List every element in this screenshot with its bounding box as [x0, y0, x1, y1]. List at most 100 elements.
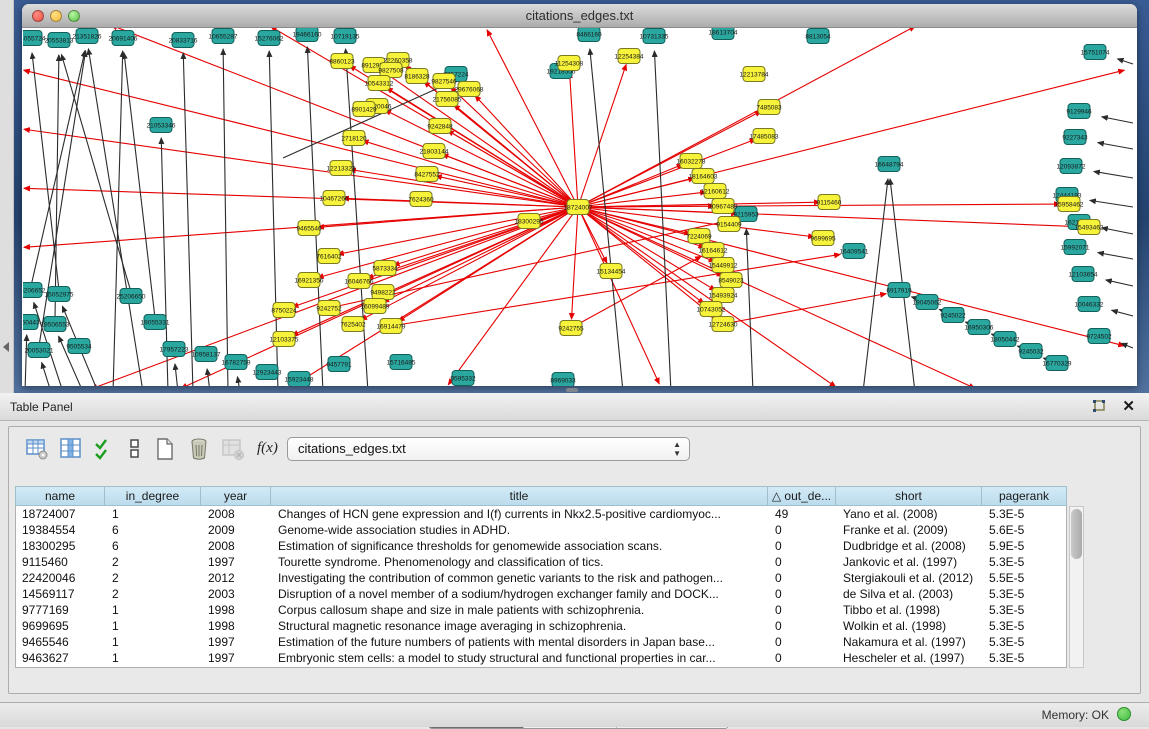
graph-node[interactable]: 16046766 — [345, 274, 374, 289]
table-cell[interactable]: 2012 — [202, 570, 272, 586]
table-cell[interactable]: 49 — [769, 506, 837, 522]
new-file-button[interactable] — [151, 435, 179, 463]
table-cell[interactable]: 2009 — [202, 522, 272, 538]
graph-node[interactable]: 9154409 — [716, 217, 742, 232]
graph-node[interactable]: 18724007 — [564, 200, 593, 215]
graph-node[interactable]: 16770329 — [1043, 356, 1072, 371]
graph-node[interactable]: 21053346 — [147, 118, 176, 133]
graph-node[interactable]: 9595332 — [450, 371, 476, 386]
table-row[interactable]: 1938455462009Genome-wide association stu… — [16, 522, 1066, 538]
column-header-title[interactable]: title — [271, 486, 768, 506]
select-columns-button[interactable] — [57, 435, 85, 463]
column-header-in_degree[interactable]: in_degree — [105, 486, 201, 506]
graph-node[interactable]: 18050442 — [991, 332, 1020, 347]
graph-node[interactable]: 8466160 — [576, 28, 602, 42]
graph-node[interactable]: 16409541 — [840, 244, 869, 259]
graph-node[interactable]: 10958137 — [192, 347, 221, 362]
table-cell[interactable]: 0 — [769, 554, 837, 570]
graph-node[interactable]: 21351826 — [73, 29, 102, 44]
table-cell[interactable]: 0 — [769, 618, 837, 634]
table-cell[interactable]: 9777169 — [16, 602, 106, 618]
table-cell[interactable]: Estimation of significance thresholds fo… — [272, 538, 769, 554]
graph-node[interactable]: 15923448 — [285, 372, 314, 387]
graph-node[interactable]: 12923443 — [253, 365, 282, 380]
table-cell[interactable]: 0 — [769, 586, 837, 602]
column-header-name[interactable]: name — [15, 486, 105, 506]
table-row[interactable]: 1830029562008Estimation of significance … — [16, 538, 1066, 554]
table-cell[interactable]: 0 — [769, 570, 837, 586]
graph-node[interactable]: 23206652 — [23, 283, 46, 298]
table-cell[interactable]: 9463627 — [16, 650, 106, 666]
table-cell[interactable]: Investigating the contribution of common… — [272, 570, 769, 586]
column-header-pagerank[interactable]: pagerank — [982, 486, 1067, 506]
graph-node[interactable]: 12254384 — [615, 49, 644, 64]
graph-node[interactable]: 9245032 — [1018, 344, 1044, 359]
table-cell[interactable]: Tourette syndrome. Phenomenology and cla… — [272, 554, 769, 570]
graph-node[interactable]: 12213323 — [327, 161, 356, 176]
column-header-year[interactable]: year — [201, 486, 271, 506]
table-cell[interactable]: 2 — [106, 570, 202, 586]
table-cell[interactable]: 5.3E-5 — [983, 602, 1067, 618]
table-cell[interactable]: 5.5E-5 — [983, 570, 1067, 586]
network-window[interactable]: citations_edges.txt 24055724205538132135… — [22, 4, 1137, 386]
graph-node[interactable]: 8813054 — [805, 29, 831, 44]
table-cell[interactable]: 1997 — [202, 650, 272, 666]
graph-node[interactable]: 15134454 — [597, 264, 626, 279]
graph-node[interactable]: 17957223 — [160, 342, 189, 357]
graph-node[interactable]: 9465546 — [296, 221, 322, 236]
graph-node[interactable]: 15449912 — [709, 258, 738, 273]
graph-node[interactable]: 15958462 — [1055, 197, 1084, 212]
table-cell[interactable]: 5.3E-5 — [983, 618, 1067, 634]
table-cell[interactable]: 2008 — [202, 506, 272, 522]
graph-node[interactable]: 7625402 — [340, 317, 366, 332]
graph-node[interactable]: 16648794 — [875, 157, 904, 172]
collapse-arrow-icon[interactable] — [3, 342, 9, 352]
graph-node[interactable]: 21756085 — [433, 92, 462, 107]
table-row[interactable]: 1872400712008Changes of HCN gene express… — [16, 506, 1066, 522]
graph-node[interactable]: 9724502 — [1086, 329, 1112, 344]
table-cell[interactable]: 5.6E-5 — [983, 522, 1067, 538]
table-cell[interactable]: 19384554 — [16, 522, 106, 538]
table-cell[interactable]: 22420046 — [16, 570, 106, 586]
graph-node[interactable]: 11254308 — [555, 56, 584, 71]
graph-node[interactable]: 9699695 — [810, 231, 836, 246]
table-cell[interactable]: Structural magnetic resonance image aver… — [272, 618, 769, 634]
graph-node[interactable]: 8901429 — [351, 102, 377, 117]
table-cell[interactable]: 1 — [106, 650, 202, 666]
graph-node[interactable]: 15493924 — [709, 288, 738, 303]
table-row[interactable]: 1456911722003Disruption of a novel membe… — [16, 586, 1066, 602]
table-cell[interactable]: 5.3E-5 — [983, 634, 1067, 650]
graph-node[interactable]: 15992071 — [1061, 240, 1090, 255]
delete-button[interactable] — [185, 435, 213, 463]
graph-node[interactable]: 10719135 — [331, 29, 360, 44]
graph-node[interactable]: 10655287 — [209, 29, 238, 44]
graph-node[interactable]: 12160612 — [701, 184, 730, 199]
table-cell[interactable]: 0 — [769, 522, 837, 538]
graph-node[interactable]: 9498222 — [370, 285, 396, 300]
graph-node[interactable]: 8969033 — [550, 373, 576, 387]
graph-node[interactable]: 8186328 — [404, 69, 430, 84]
graph-node[interactable]: 15751074 — [1081, 45, 1110, 60]
table-cell[interactable]: 9115460 — [16, 554, 106, 570]
table-cell[interactable]: 18724007 — [16, 506, 106, 522]
graph-node[interactable]: 8427552 — [414, 167, 440, 182]
table-cell[interactable]: 1997 — [202, 634, 272, 650]
graph-node[interactable]: 16032278 — [677, 154, 706, 169]
graph-node[interactable]: 25206650 — [117, 289, 146, 304]
graph-node[interactable]: 2718120 — [341, 131, 367, 146]
table-cell[interactable]: Corpus callosum shape and size in male p… — [272, 602, 769, 618]
table-cell[interactable]: 5.3E-5 — [983, 554, 1067, 570]
graph-node[interactable]: 10731335 — [640, 29, 669, 44]
graph-node[interactable]: 9129946 — [1066, 104, 1092, 119]
column-header-short[interactable]: short — [836, 486, 982, 506]
table-row[interactable]: 946362711997Embryonic stem cells: a mode… — [16, 650, 1066, 666]
panel-splitter-handle[interactable] — [566, 388, 578, 392]
table-cell[interactable]: Hescheler et al. (1997) — [837, 650, 983, 666]
graph-node[interactable]: 17485083 — [750, 129, 779, 144]
graph-node[interactable]: 15716485 — [387, 355, 416, 370]
graph-node[interactable]: 19466160 — [293, 28, 322, 42]
graph-node[interactable]: 12093872 — [1057, 159, 1086, 174]
graph-node[interactable]: 19055331 — [141, 315, 170, 330]
table-cell[interactable]: 1 — [106, 618, 202, 634]
column-header-out_de[interactable]: △ out_de... — [768, 486, 836, 506]
